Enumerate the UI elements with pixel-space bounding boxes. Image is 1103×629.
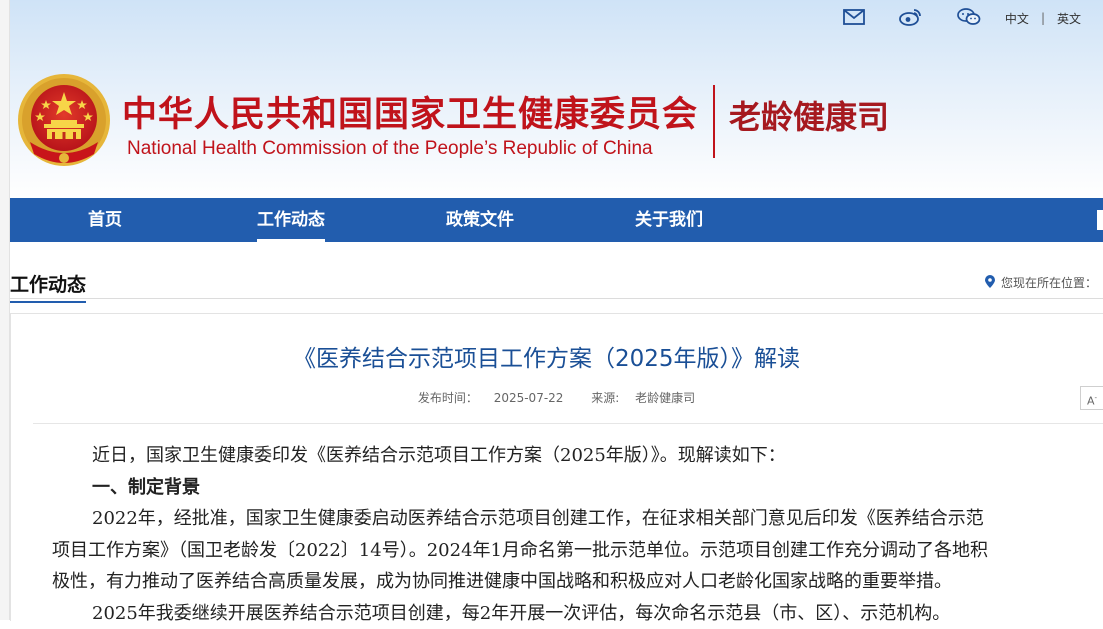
section-divider: [10, 298, 1103, 299]
paragraph: 项目工作方案》（国卫老龄发〔2022〕14号）。2024年1月命名第一批示范单位…: [52, 535, 1103, 567]
published-date: 2025-07-22: [494, 391, 564, 405]
header-divider: [713, 85, 715, 158]
topbar: 中文 | 英文: [809, 8, 1081, 28]
article-meta: 发布时间： 2025-07-22 来源: 老龄健康司: [0, 389, 1103, 406]
department-name: 老龄健康司: [729, 92, 889, 138]
nav-item-policy[interactable]: 政策文件: [446, 198, 514, 242]
lang-cn-link[interactable]: 中文: [1005, 10, 1029, 27]
lang-en-link[interactable]: 英文: [1057, 10, 1081, 27]
paragraph: 极性，有力推动了医养结合高质量发展，成为协同推进健康中国战略和积极应对人口老龄化…: [52, 566, 1103, 598]
paragraph: 近日，国家卫生健康委印发《医养结合示范项目工作方案（2025年版）》。现解读如下…: [52, 440, 1103, 472]
meta-divider: [33, 423, 1103, 424]
source-value: 老龄健康司: [635, 391, 695, 405]
section-heading: 一、制定背景: [52, 472, 1103, 504]
page-left-edge: [0, 0, 10, 620]
location-pin-icon: [985, 275, 995, 291]
font-size-button[interactable]: A-: [1080, 386, 1103, 410]
site-title-en: National Health Commission of the People…: [127, 138, 653, 160]
article-title: 《医养结合示范项目工作方案（2025年版）》解读: [0, 339, 1093, 373]
paragraph: 2025年我委继续开展医养结合示范项目创建，每2年开展一次评估，每次命名示范县（…: [52, 598, 1103, 629]
lang-separator: |: [1041, 11, 1045, 25]
site-header: 中文 | 英文 中华人民共和国国家卫生健康委员会 National: [10, 0, 1103, 198]
wechat-icon[interactable]: [957, 8, 981, 29]
nav-item-work-news[interactable]: 工作动态: [257, 198, 325, 242]
nav-overflow-edge: [1097, 210, 1103, 230]
mail-icon[interactable]: [843, 9, 865, 28]
site-title-cn: 中华人民共和国国家卫生健康委员会: [122, 86, 698, 137]
weibo-icon[interactable]: [899, 8, 923, 29]
nav-item-home[interactable]: 首页: [88, 198, 122, 242]
nav-item-about[interactable]: 关于我们: [635, 198, 703, 242]
location-label: 您现在所在位置：: [1001, 274, 1097, 291]
source-label: 来源:: [591, 391, 619, 405]
paragraph: 2022年，经批准，国家卫生健康委启动医养结合示范项目创建工作，在征求相关部门意…: [52, 503, 1103, 535]
published-label: 发布时间：: [418, 391, 478, 405]
main-nav: 首页 工作动态 政策文件 关于我们: [10, 198, 1103, 242]
article-body: 近日，国家卫生健康委印发《医养结合示范项目工作方案（2025年版）》。现解读如下…: [52, 440, 1103, 629]
breadcrumb: 您现在所在位置：: [985, 274, 1097, 291]
national-emblem-icon: [16, 72, 112, 170]
